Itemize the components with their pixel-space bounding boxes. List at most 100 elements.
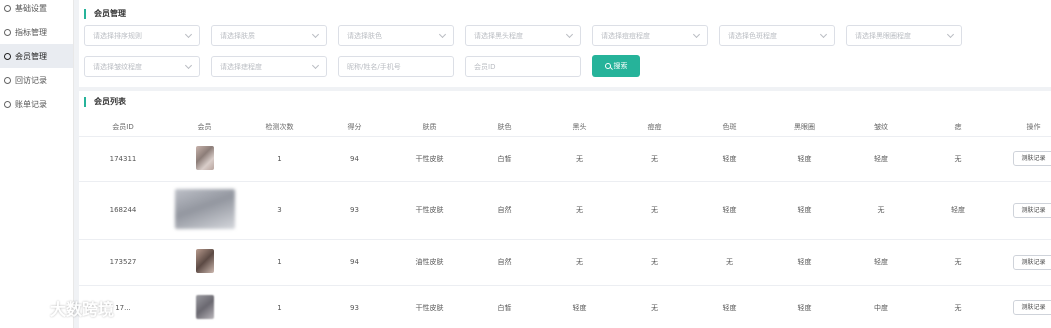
skin-type: 干性皮肤	[392, 284, 467, 328]
skin-record-button[interactable]: 测肤记录	[1012, 254, 1051, 270]
sidebar-item-label: 会员管理	[15, 51, 47, 61]
blackhead: 轻度	[542, 284, 617, 328]
circle-icon	[4, 100, 11, 108]
acne: 无	[617, 238, 692, 285]
sidebar-item-visits[interactable]: 回访记录	[0, 68, 73, 92]
table-row: 17... 1 93 干性皮肤 白皙 轻度 无 轻度 轻度 中度 无 测肤记录	[79, 284, 1051, 328]
spot-select[interactable]: 请选择色斑程度	[719, 25, 835, 46]
filter-panel: 会员管理 请选择排序规则 请选择肤质 请选择肤色 请选择黑头程度 请选择痘痘程度…	[79, 0, 1051, 87]
acne: 无	[617, 284, 692, 328]
column-header: 会员ID	[112, 122, 134, 131]
watermark: 大数跨境	[8, 296, 114, 320]
acne-select[interactable]: 请选择痘痘程度	[592, 25, 708, 46]
blackhead: 无	[542, 180, 617, 239]
circle-icon	[4, 76, 11, 84]
mole: 无	[920, 238, 996, 285]
spot: 轻度	[692, 180, 767, 239]
mole: 无	[920, 135, 996, 181]
table-header: 会员ID 会员 检测次数 得分 肤质 肤色 黑头 痘痘 色斑 黑眼圈 皱纹 痣 …	[79, 118, 1051, 136]
score: 94	[317, 135, 392, 181]
sidebar-item-label: 指标管理	[15, 27, 47, 37]
section-title-text: 会员列表	[94, 97, 126, 106]
dark-circle: 轻度	[767, 284, 842, 328]
select-placeholder: 请选择皱纹程度	[93, 62, 142, 71]
avatar-cell	[167, 135, 242, 181]
watermark-logo-icon	[9, 300, 42, 316]
sidebar-item-label: 回访记录	[15, 75, 47, 85]
chevron-down-icon	[565, 30, 574, 39]
skin-tone: 白皙	[467, 135, 542, 181]
skin-tone: 自然	[467, 238, 542, 285]
search-button-label: 搜索	[613, 62, 628, 70]
member-table: 会员ID 会员 检测次数 得分 肤质 肤色 黑头 痘痘 色斑 黑眼圈 皱纹 痣 …	[79, 118, 1051, 328]
spot: 轻度	[692, 135, 767, 181]
section-title: 会员管理	[84, 8, 126, 19]
circle-icon	[4, 4, 11, 12]
sidebar-item-members[interactable]: 会员管理	[0, 44, 73, 68]
accent-bar	[84, 96, 86, 107]
skin-tone: 白皙	[467, 284, 542, 328]
member-list-panel: 会员列表 会员ID 会员 检测次数 得分 肤质 肤色 黑头 痘痘 色斑 黑眼圈 …	[79, 91, 1051, 328]
avatar	[195, 145, 214, 170]
member-id-input[interactable]	[465, 56, 581, 77]
select-placeholder: 请选择肤质	[220, 31, 255, 40]
section-title: 会员列表	[84, 96, 126, 107]
select-placeholder: 请选择色斑程度	[728, 31, 777, 40]
avatar-cell	[167, 180, 242, 239]
column-header: 操作	[1026, 122, 1041, 131]
column-header: 痘痘	[647, 122, 662, 131]
wrinkle-select[interactable]: 请选择皱纹程度	[84, 56, 200, 77]
skin-type: 干性皮肤	[392, 180, 467, 239]
score: 93	[317, 284, 392, 328]
search-button[interactable]: 搜索	[592, 55, 640, 77]
mole-select[interactable]: 请选择痣程度	[211, 56, 327, 77]
dark-circle-select[interactable]: 请选择黑眼圈程度	[846, 25, 962, 46]
accent-bar	[84, 8, 86, 19]
skin-record-button[interactable]: 测肤记录	[1012, 202, 1051, 218]
column-header: 肤质	[422, 122, 437, 131]
detect-count: 1	[242, 238, 317, 285]
detect-count: 1	[242, 284, 317, 328]
chevron-down-icon	[819, 30, 828, 39]
table-row: 168244 3 93 干性皮肤 自然 无 无 轻度 轻度 无 轻度 测肤记录	[79, 180, 1051, 239]
circle-icon	[4, 28, 11, 36]
sidebar-item-metrics[interactable]: 指标管理	[0, 20, 73, 44]
action-cell: 测肤记录	[996, 284, 1051, 328]
spot: 轻度	[692, 284, 767, 328]
avatar	[174, 189, 235, 229]
sidebar-item-bills[interactable]: 账单记录	[0, 92, 73, 116]
name-phone-input[interactable]	[338, 56, 454, 77]
column-header: 会员	[197, 122, 212, 131]
avatar	[195, 294, 214, 319]
skin-type-select[interactable]: 请选择肤质	[211, 25, 327, 46]
score: 94	[317, 238, 392, 285]
section-title-text: 会员管理	[94, 9, 126, 18]
skin-record-button[interactable]: 测肤记录	[1012, 300, 1051, 316]
spot: 无	[692, 238, 767, 285]
column-header: 痣	[954, 122, 962, 131]
select-placeholder: 请选择排序规则	[93, 31, 142, 40]
sort-select[interactable]: 请选择排序规则	[84, 25, 200, 46]
select-placeholder: 请选择黑眼圈程度	[855, 31, 911, 40]
action-cell: 测肤记录	[996, 180, 1051, 239]
chevron-down-icon	[692, 30, 701, 39]
skin-record-button[interactable]: 测肤记录	[1012, 151, 1051, 166]
action-cell: 测肤记录	[996, 135, 1051, 181]
column-header: 检测次数	[265, 122, 294, 131]
mole: 轻度	[920, 180, 996, 239]
skin-tone: 自然	[467, 180, 542, 239]
column-header: 皱纹	[874, 122, 888, 131]
acne: 无	[617, 180, 692, 239]
chevron-down-icon	[184, 61, 193, 70]
blackhead: 无	[542, 135, 617, 181]
select-placeholder: 请选择痣程度	[220, 62, 262, 71]
member-id: 174311	[79, 135, 167, 181]
chevron-down-icon	[184, 30, 193, 39]
blackhead: 无	[542, 238, 617, 285]
blackhead-select[interactable]: 请选择黑头程度	[465, 25, 581, 46]
dark-circle: 轻度	[767, 238, 842, 285]
sidebar-item-basic-settings[interactable]: 基础设置	[0, 0, 73, 20]
sidebar-item-label: 账单记录	[15, 99, 47, 109]
skin-tone-select[interactable]: 请选择肤色	[338, 25, 454, 46]
avatar	[195, 249, 214, 273]
